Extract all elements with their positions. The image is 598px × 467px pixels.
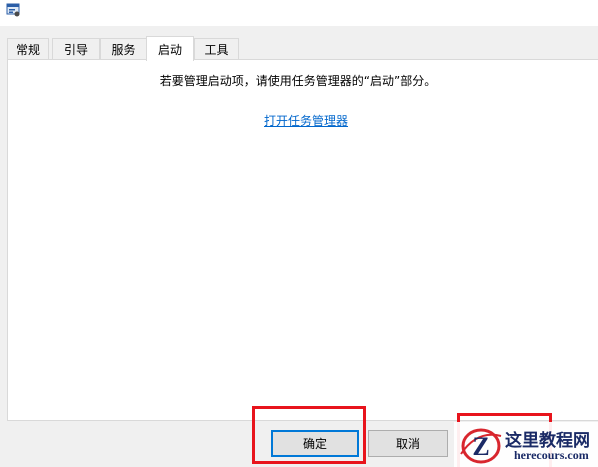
tab-startup[interactable]: 启动 xyxy=(146,36,194,61)
msconfig-window-icon xyxy=(6,3,20,17)
svg-text:Z: Z xyxy=(472,432,489,461)
open-task-manager-link[interactable]: 打开任务管理器 xyxy=(264,112,348,129)
z-logo-icon: Z xyxy=(460,428,502,464)
tab-boot[interactable]: 引导 xyxy=(52,38,100,60)
ok-button[interactable]: 确定 xyxy=(271,430,359,457)
watermark: Z 这里教程网 herecours.com xyxy=(454,422,598,467)
tab-strip: 常规 引导 服务 启动 工具 xyxy=(7,36,598,61)
tab-general[interactable]: 常规 xyxy=(7,38,49,60)
watermark-url: herecours.com xyxy=(514,448,589,462)
cancel-button[interactable]: 取消 xyxy=(368,430,448,457)
startup-panel: 若要管理启动项，请使用任务管理器的“启动”部分。 打开任务管理器 xyxy=(7,59,598,421)
title-bar xyxy=(0,0,598,26)
tab-services[interactable]: 服务 xyxy=(100,38,147,60)
startup-message: 若要管理启动项，请使用任务管理器的“启动”部分。 xyxy=(159,74,437,88)
tab-tools[interactable]: 工具 xyxy=(194,38,239,60)
